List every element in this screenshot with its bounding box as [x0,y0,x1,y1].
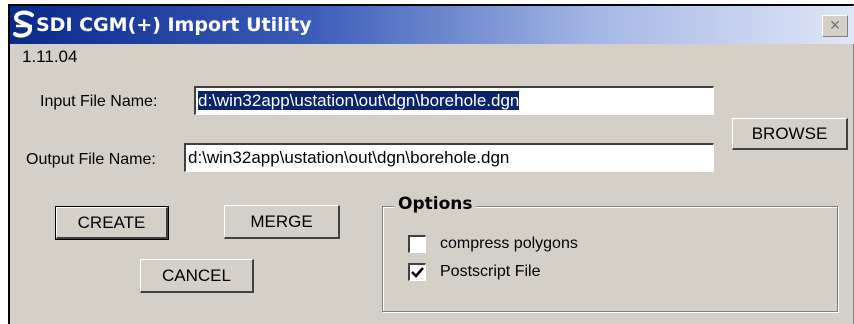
options-title: Options [394,192,477,216]
window-title: SDI CGM(+) Import Utility [36,14,312,36]
close-button[interactable]: × [822,15,848,37]
browse-button[interactable]: BROWSE [732,118,848,150]
input-file-field[interactable]: d:\win32app\ustation\out\dgn\borehole.dg… [194,86,714,115]
postscript-file-checkbox[interactable] [408,263,426,281]
input-file-value: d:\win32app\ustation\out\dgn\borehole.dg… [198,91,520,110]
cancel-button[interactable]: CANCEL [140,259,254,293]
title-bar[interactable]: SDI CGM(+) Import Utility × [10,6,854,44]
compress-polygons-label[interactable]: compress polygons [440,233,578,255]
checkmark-icon [411,267,424,278]
compress-polygons-checkbox[interactable] [408,235,426,253]
close-icon: × [829,15,841,35]
postscript-file-label[interactable]: Postscript File [440,261,540,283]
merge-button[interactable]: MERGE [224,205,340,239]
output-file-label: Output File Name: [26,151,156,168]
output-file-value: d:\win32app\ustation\out\dgn\borehole.dg… [188,148,510,167]
sdi-logo-icon [13,10,34,38]
options-group [382,206,838,312]
version-label: 1.11.04 [22,47,78,66]
create-button[interactable]: CREATE [55,206,169,240]
output-file-field[interactable]: d:\win32app\ustation\out\dgn\borehole.dg… [184,143,714,172]
import-utility-window: SDI CGM(+) Import Utility × 1.11.04 Inpu… [8,4,854,324]
input-file-label: Input File Name: [40,93,158,110]
